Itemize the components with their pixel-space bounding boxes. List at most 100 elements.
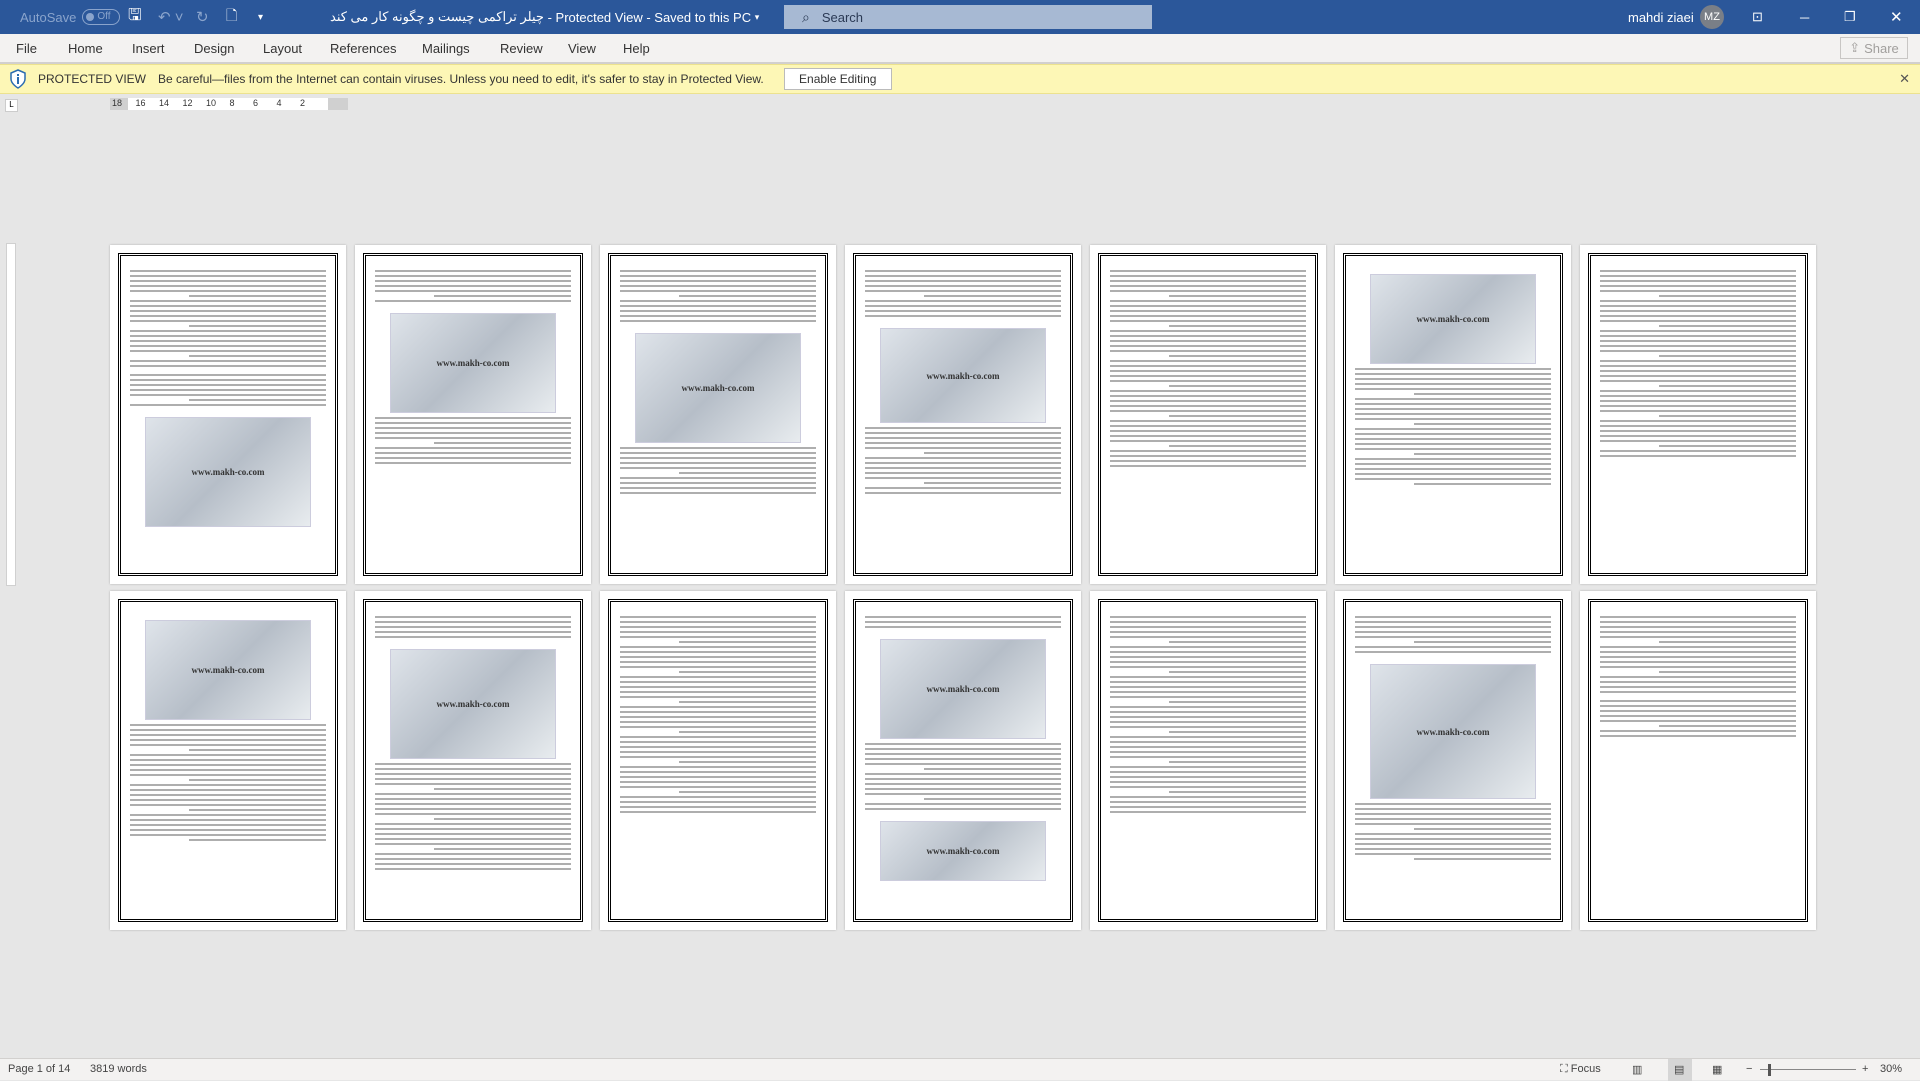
- text-line: [1600, 345, 1796, 347]
- text-line: [433, 788, 571, 790]
- text-line: [1110, 270, 1306, 272]
- text-line: [1168, 761, 1306, 763]
- new-document-icon[interactable]: 🗋: [226, 0, 237, 34]
- text-line: [620, 290, 816, 292]
- text-line: [130, 320, 326, 322]
- tab-help[interactable]: Help: [623, 41, 650, 56]
- enable-editing-button[interactable]: Enable Editing: [783, 68, 892, 90]
- vertical-ruler[interactable]: [6, 243, 16, 586]
- text-line: [620, 626, 816, 628]
- text-line: [1110, 801, 1306, 803]
- text-line: [375, 813, 571, 815]
- text-line: [1110, 616, 1306, 618]
- tab-insert[interactable]: Insert: [132, 41, 165, 56]
- page-thumbnail[interactable]: www.makh-co.com: [110, 245, 346, 584]
- text-line: [1600, 440, 1796, 442]
- text-line: [375, 828, 571, 830]
- page-thumbnail[interactable]: [1090, 245, 1326, 584]
- text-line: [1110, 365, 1306, 367]
- save-icon[interactable]: 🖫: [128, 0, 142, 34]
- text-line: [620, 696, 816, 698]
- customize-toolbar-icon[interactable]: ▾: [258, 0, 263, 34]
- print-layout-icon[interactable]: ▤: [1668, 1059, 1692, 1081]
- text-line: [620, 631, 816, 633]
- text-line: [865, 447, 1061, 449]
- page-thumbnail[interactable]: [600, 591, 836, 930]
- text-line: [375, 631, 571, 633]
- text-line: [188, 779, 326, 781]
- zoom-in-icon[interactable]: +: [1862, 1063, 1868, 1075]
- horizontal-ruler[interactable]: 18 16 14 12 10 8 6 4 2: [110, 98, 348, 110]
- page-thumbnail[interactable]: [1090, 591, 1326, 930]
- text-line: [1110, 440, 1306, 442]
- restore-icon[interactable]: ❐: [1844, 0, 1856, 34]
- page-thumbnail[interactable]: www.makh-co.com: [110, 591, 346, 930]
- text-line: [1600, 656, 1796, 658]
- tab-file[interactable]: File: [16, 41, 37, 56]
- text-line: [1600, 395, 1796, 397]
- text-line: [1355, 463, 1551, 465]
- tab-mailings[interactable]: Mailings: [422, 41, 470, 56]
- page-thumbnail[interactable]: [1580, 245, 1816, 584]
- autosave-toggle[interactable]: AutoSave Off: [20, 0, 121, 34]
- text-line: [620, 746, 816, 748]
- page-count[interactable]: Page 1 of 14: [8, 1063, 70, 1075]
- page-image: www.makh-co.com: [389, 313, 557, 413]
- tab-references[interactable]: References: [330, 41, 396, 56]
- tab-layout[interactable]: Layout: [263, 41, 302, 56]
- text-line: [1413, 423, 1551, 425]
- word-count[interactable]: 3819 words: [90, 1063, 147, 1075]
- tab-view[interactable]: View: [568, 41, 596, 56]
- text-line: [1600, 636, 1796, 638]
- undo-icon[interactable]: ↶ ˅: [158, 0, 184, 34]
- read-mode-icon[interactable]: ▥: [1632, 1063, 1642, 1076]
- text-line: [1110, 696, 1306, 698]
- page-thumbnail[interactable]: www.makh-co.com: [355, 591, 591, 930]
- ribbon-display-icon[interactable]: ⊡: [1752, 0, 1763, 34]
- text-line: [620, 320, 816, 322]
- close-icon[interactable]: ✕: [1890, 0, 1903, 34]
- page-thumbnail[interactable]: [1580, 591, 1816, 930]
- tab-selector[interactable]: L: [5, 99, 18, 112]
- page-thumbnail[interactable]: www.makh-co.com www.makh-co.com: [845, 591, 1081, 930]
- text-line: [130, 379, 326, 381]
- text-line: [620, 806, 816, 808]
- page-border: www.makh-co.com www.makh-co.com: [853, 599, 1073, 922]
- ruler-number: 8: [229, 98, 235, 108]
- share-button[interactable]: ⇪ Share: [1840, 37, 1908, 59]
- redo-icon[interactable]: ↻: [196, 0, 209, 34]
- web-layout-icon[interactable]: ▦: [1712, 1063, 1722, 1076]
- zoom-level[interactable]: 30%: [1880, 1063, 1902, 1075]
- text-line: [375, 280, 571, 282]
- text-line: [1600, 420, 1796, 422]
- document-title[interactable]: چیلر تراکمی چیست و چگونه کار می کند - Pr…: [330, 0, 759, 34]
- text-line: [1600, 360, 1796, 362]
- zoom-slider[interactable]: [1760, 1069, 1856, 1070]
- tab-review[interactable]: Review: [500, 41, 543, 56]
- user-name[interactable]: mahdi ziaei: [1628, 0, 1694, 34]
- ruler-number: 6: [253, 98, 259, 108]
- tab-home[interactable]: Home: [68, 41, 103, 56]
- user-avatar[interactable]: MZ: [1700, 0, 1724, 34]
- page-thumbnail[interactable]: www.makh-co.com: [1335, 591, 1571, 930]
- zoom-out-icon[interactable]: −: [1746, 1063, 1752, 1075]
- text-line: [130, 789, 326, 791]
- close-icon[interactable]: ✕: [1899, 71, 1910, 87]
- tab-design[interactable]: Design: [194, 41, 234, 56]
- watermark: www.makh-co.com: [926, 684, 1000, 694]
- text-line: [1355, 413, 1551, 415]
- page-thumbnail[interactable]: www.makh-co.com: [845, 245, 1081, 584]
- zoom-slider-thumb[interactable]: [1768, 1064, 1771, 1076]
- search-input[interactable]: ⌕ Search: [784, 5, 1152, 29]
- autosave-switch[interactable]: Off: [82, 9, 121, 25]
- page-thumbnail[interactable]: www.makh-co.com: [1335, 245, 1571, 584]
- text-line: [130, 340, 326, 342]
- text-line: [1168, 701, 1306, 703]
- ruler-number: 4: [276, 98, 282, 108]
- text-line: [375, 447, 571, 449]
- text-line: [1413, 453, 1551, 455]
- page-thumbnail[interactable]: www.makh-co.com: [600, 245, 836, 584]
- minimize-icon[interactable]: ─: [1800, 0, 1809, 34]
- page-thumbnail[interactable]: www.makh-co.com: [355, 245, 591, 584]
- focus-button[interactable]: ⛶ Focus: [1560, 1063, 1601, 1076]
